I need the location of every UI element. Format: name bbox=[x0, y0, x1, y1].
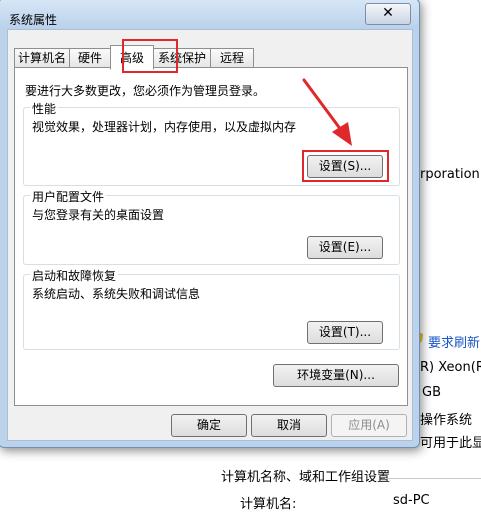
processor-text: R) Xeon(R bbox=[420, 360, 481, 375]
user-profiles-label: 用户配置文件 bbox=[30, 188, 107, 205]
performance-description: 视觉效果，处理器计划，内存使用，以及虚拟内存 bbox=[32, 120, 297, 134]
ok-button[interactable]: 确定 bbox=[171, 414, 247, 437]
startup-recovery-label: 启动和故障恢复 bbox=[30, 267, 119, 284]
user-profiles-group: 用户配置文件 与您登录有关的桌面设置 设置(E)... bbox=[23, 188, 400, 265]
request-refresh-link[interactable]: 要求刷新 bbox=[428, 332, 480, 351]
os-text: 操作系统 bbox=[420, 413, 473, 428]
close-icon: ✕ bbox=[382, 5, 394, 21]
startup-recovery-group: 启动和故障恢复 系统启动、系统失败和调试信息 设置(T)... bbox=[23, 267, 400, 350]
user-profiles-settings-button[interactable]: 设置(E)... bbox=[307, 236, 383, 259]
pen-text: 可用于此显示 bbox=[420, 436, 481, 451]
tab-computer-name[interactable]: 计算机名 bbox=[14, 48, 70, 68]
tab-hardware[interactable]: 硬件 bbox=[69, 48, 111, 68]
startup-recovery-description: 系统启动、系统失败和调试信息 bbox=[32, 287, 201, 301]
annotation-arrow-icon bbox=[302, 78, 352, 146]
performance-label: 性能 bbox=[30, 100, 59, 117]
apply-button[interactable]: 应用(A) bbox=[331, 414, 407, 437]
section-title: 计算机名称、域和工作组设置 bbox=[221, 470, 391, 485]
dialog-title: 系统属性 bbox=[9, 13, 58, 27]
startup-recovery-settings-button[interactable]: 设置(T)... bbox=[307, 321, 383, 344]
close-button[interactable]: ✕ bbox=[365, 3, 411, 25]
tab-highlight-box bbox=[122, 39, 178, 73]
admin-note: 要进行大多数更改，您必须作为管理员登录。 bbox=[25, 84, 266, 98]
system-properties-dialog: 系统属性 ✕ 计算机名 硬件 高级 系统保护 远程 要进行大多数更改，您必须作为… bbox=[0, 0, 420, 448]
computer-name-value: sd-PC bbox=[393, 493, 430, 508]
settings-highlight-box bbox=[302, 150, 389, 182]
environment-variables-button[interactable]: 环境变量(N)... bbox=[273, 364, 399, 387]
memory-text: GB bbox=[422, 385, 441, 400]
title-bar[interactable]: 系统属性 ✕ bbox=[0, 0, 419, 29]
corporation-text: rporation. bbox=[420, 167, 481, 182]
computer-name-label: 计算机名: bbox=[240, 497, 297, 512]
tab-remote[interactable]: 远程 bbox=[210, 48, 254, 68]
cancel-button[interactable]: 取消 bbox=[251, 414, 327, 437]
section-divider bbox=[385, 478, 481, 479]
user-profiles-description: 与您登录有关的桌面设置 bbox=[32, 208, 165, 222]
